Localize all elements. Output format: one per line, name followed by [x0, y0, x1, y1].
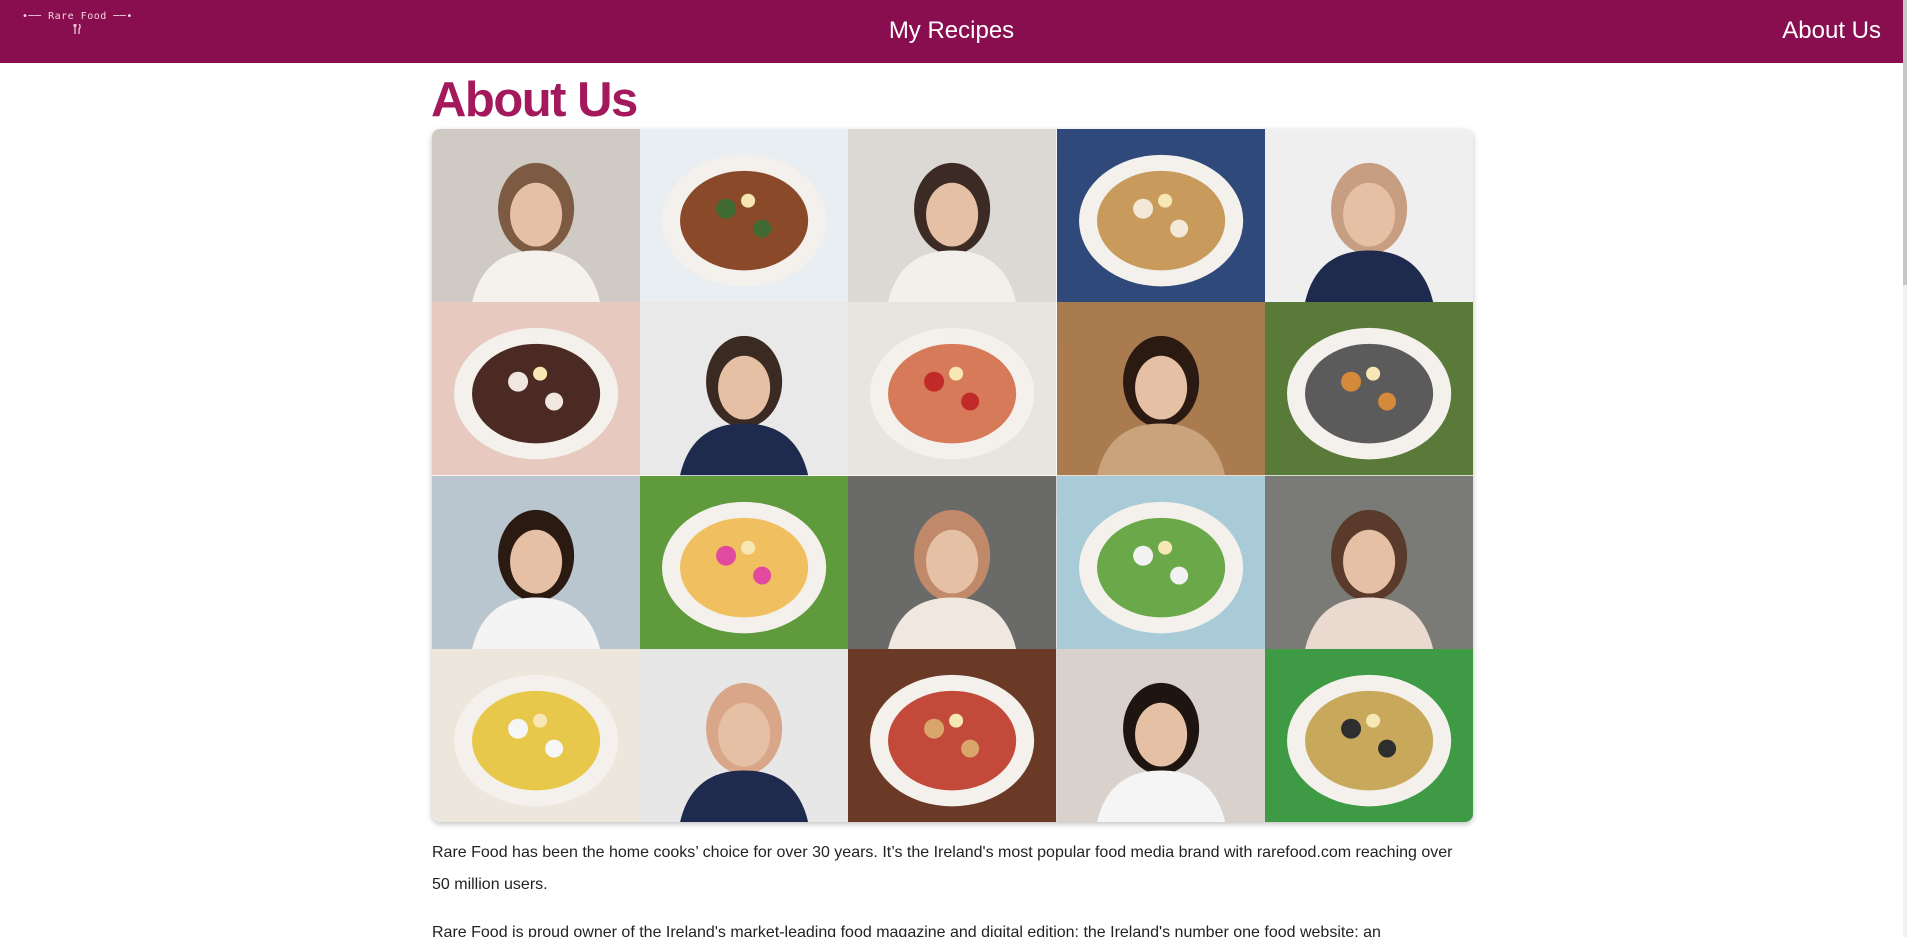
dish-photo-green-salad-bowls — [1056, 475, 1265, 649]
chef-portrait-woman-wavy-hair — [1264, 475, 1473, 649]
dish-photo-egg-salad-plate — [848, 302, 1057, 476]
page-scrollbar[interactable] — [1903, 0, 1907, 937]
dish-photo-fig-pan-dish — [848, 648, 1057, 822]
team-photo-collage — [432, 129, 1473, 822]
top-navbar: •── Rare Food ──• My Recipes About Us — [0, 0, 1903, 63]
dish-photo-trifle-dessert — [640, 475, 849, 649]
dish-photo-sponge-cake-dusting — [1056, 129, 1265, 303]
dish-photo-rice-pea-bowls — [432, 648, 641, 822]
nav-link-about-us[interactable]: About Us — [1782, 17, 1881, 45]
dish-photo-paella-pan — [1264, 302, 1473, 476]
nav-link-my-recipes-wrap: My Recipes — [0, 17, 1903, 45]
chef-portrait-woman-kitchen — [848, 475, 1057, 649]
chef-portrait-bald-chef-apron — [640, 648, 849, 822]
dish-photo-roast-pork-platter — [640, 129, 849, 303]
chef-portrait-woman-dark-hair — [848, 129, 1057, 303]
chef-portrait-bald-man-apron — [1264, 129, 1473, 303]
dish-photo-noodle-pan — [1264, 648, 1473, 822]
about-paragraph-2: Rare Food is proud owner of the Ireland'… — [432, 924, 1381, 937]
chef-portrait-woman-long-hair — [1056, 648, 1265, 822]
about-paragraph-1: Rare Food has been the home cooks’ choic… — [432, 844, 1453, 893]
dish-photo-chocolate-cake-slice — [432, 302, 641, 476]
chef-portrait-woman-curly-hair — [432, 475, 641, 649]
page-title: About Us — [431, 73, 638, 127]
nav-link-my-recipes[interactable]: My Recipes — [889, 17, 1014, 44]
chef-portrait-woman-smiling — [1056, 302, 1265, 476]
chef-portrait-woman-striped-apron — [432, 129, 641, 303]
chef-portrait-woman-glasses-apron — [640, 302, 849, 476]
scrollbar-thumb[interactable] — [1903, 0, 1907, 285]
